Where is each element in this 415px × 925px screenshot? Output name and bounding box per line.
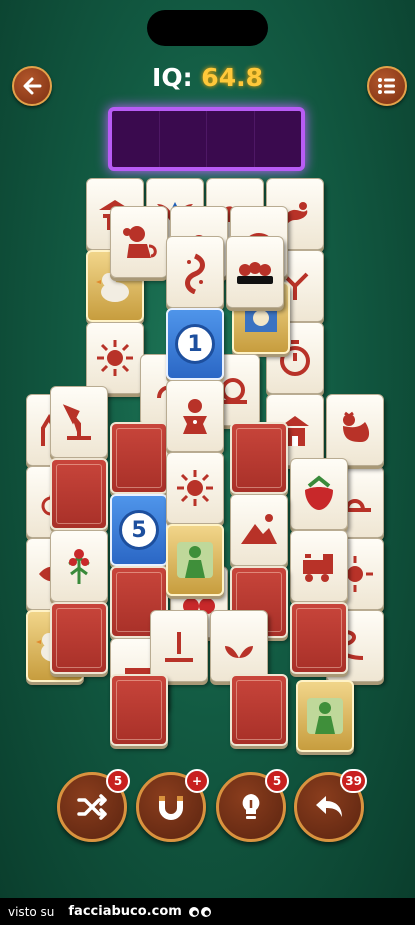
tile-rooster[interactable] bbox=[326, 394, 384, 466]
watermark-bar: visto su facciabuco.com bbox=[0, 898, 415, 925]
tile-koi-fish[interactable] bbox=[166, 236, 224, 308]
magnet-add-badge: + bbox=[185, 769, 209, 793]
tile-tray bbox=[108, 107, 305, 171]
shuffle-count-badge: 5 bbox=[106, 769, 130, 793]
tray-slot bbox=[112, 111, 160, 167]
tile-desk-lamp[interactable] bbox=[50, 386, 108, 458]
tile-green-statue[interactable] bbox=[296, 680, 354, 752]
tile-strawberry[interactable] bbox=[290, 458, 348, 530]
undo-icon bbox=[316, 796, 342, 817]
tile-back bbox=[50, 458, 108, 530]
lightbulb-icon bbox=[242, 794, 260, 819]
tile-back bbox=[110, 422, 168, 494]
tile-mountain[interactable] bbox=[230, 494, 288, 566]
watermark-prefix: visto su bbox=[8, 904, 55, 919]
magnet-icon bbox=[159, 796, 183, 820]
list-menu-icon bbox=[378, 78, 395, 94]
shuffle-button[interactable]: 5 bbox=[57, 769, 130, 842]
tile-back bbox=[50, 602, 108, 674]
tray-slot bbox=[255, 111, 302, 167]
tile-monkey[interactable] bbox=[110, 206, 168, 278]
tile-sun[interactable] bbox=[86, 322, 144, 394]
tile-lotus[interactable] bbox=[210, 610, 268, 682]
tile-number-5[interactable]: 5 bbox=[110, 494, 168, 566]
camera-notch bbox=[147, 10, 268, 46]
tray-slot bbox=[207, 111, 255, 167]
tile-shovel[interactable] bbox=[150, 610, 208, 682]
undo-button[interactable]: 39 bbox=[294, 769, 367, 842]
iq-score: IQ: 64.8 bbox=[0, 63, 415, 92]
menu-button[interactable] bbox=[367, 66, 407, 106]
tile-number-label: 5 bbox=[119, 510, 159, 550]
tray-slot bbox=[160, 111, 207, 167]
watermark-site: facciabuco.com bbox=[68, 904, 182, 919]
tile-back bbox=[230, 674, 288, 746]
eyes-icon bbox=[188, 906, 211, 917]
undo-count-badge: 39 bbox=[340, 769, 367, 793]
tile-back bbox=[290, 602, 348, 674]
hint-button[interactable]: 5 bbox=[216, 769, 289, 842]
tile-flower[interactable] bbox=[50, 530, 108, 602]
iq-value: 64.8 bbox=[201, 63, 263, 92]
tile-back bbox=[110, 674, 168, 746]
tile-number-1[interactable]: 1 bbox=[166, 308, 224, 380]
tile-dumplings[interactable] bbox=[226, 236, 284, 308]
tile-green-statue[interactable] bbox=[166, 524, 224, 596]
hint-count-badge: 5 bbox=[265, 769, 289, 793]
tile-number-label: 1 bbox=[175, 324, 215, 364]
magnet-button[interactable]: + bbox=[136, 769, 209, 842]
iq-label: IQ: bbox=[152, 63, 193, 92]
tile-back bbox=[230, 422, 288, 494]
shuffle-icon bbox=[77, 794, 107, 820]
tile-train[interactable] bbox=[290, 530, 348, 602]
tile-sun[interactable] bbox=[166, 452, 224, 524]
tile-gingerbread-man[interactable] bbox=[166, 380, 224, 452]
